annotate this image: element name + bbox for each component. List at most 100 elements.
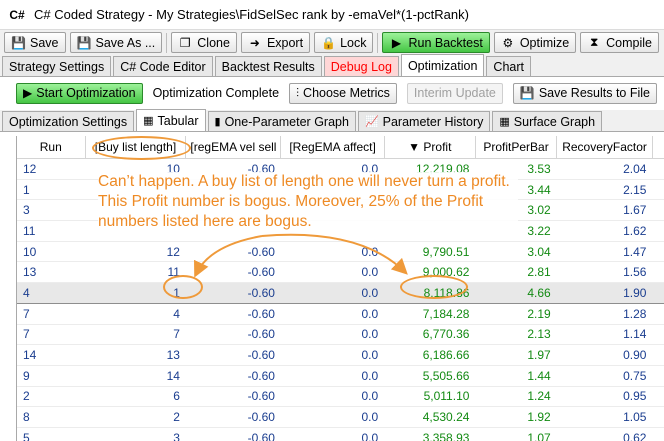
cell-regema-affect: 0.0 <box>280 303 385 325</box>
table-row[interactable]: 7 7 -0.60 0.0 6,770.36 2.13 1.14 <box>17 324 664 346</box>
run-backtest-label: Run Backtest <box>408 35 483 50</box>
table-row[interactable]: 4 1 -0.60 0.0 8,118.86 4.66 1.90 <box>17 282 664 304</box>
column-header-regema-vel-sell[interactable]: [regEMA vel sell <box>185 136 282 159</box>
clone-button[interactable]: ❐ Clone <box>171 32 237 53</box>
cell-profit: 6,186.66 <box>384 344 476 366</box>
cell-regema-vel-sell: -0.60 <box>185 365 281 387</box>
lock-button[interactable]: 🔒 Lock <box>314 32 374 53</box>
run-backtest-button[interactable]: ▶ Run Backtest <box>382 32 490 53</box>
title-bar: C# C# Coded Strategy - My Strategies\Fid… <box>0 0 664 30</box>
table-row[interactable]: 13 11 -0.60 0.0 9,000.62 2.81 1.56 <box>17 261 664 284</box>
choose-metrics-label: Choose Metrics <box>303 86 390 100</box>
cell-overflow <box>652 261 664 284</box>
window-title: C# Coded Strategy - My Strategies\FidSel… <box>34 7 469 22</box>
cell-recovery-factor: 0.95 <box>556 386 653 408</box>
optimize-label: Optimize <box>519 35 570 50</box>
cell-overflow <box>652 324 664 346</box>
cell-profit-per-bar: 1.92 <box>475 406 557 428</box>
cell-regema-vel-sell: -0.60 <box>185 241 281 263</box>
cell-profit-per-bar: 1.07 <box>475 427 557 441</box>
tab-debug-log[interactable]: Debug Log <box>323 56 399 76</box>
cell-regema-vel-sell: -0.60 <box>185 303 281 325</box>
column-header-recovery-factor[interactable]: RecoveryFactor <box>556 136 653 159</box>
lock-label: Lock <box>340 35 367 50</box>
clone-icon: ❐ <box>179 35 191 50</box>
cell-run: 4 <box>17 282 86 304</box>
cell-buy-list-length: 12 <box>85 241 186 263</box>
tab-backtest-results[interactable]: Backtest Results <box>214 56 322 76</box>
tab-optimization-settings[interactable]: Optimization Settings <box>2 111 135 131</box>
tab-parameter-history[interactable]: 📈 Parameter History <box>357 111 491 131</box>
choose-metrics-button[interactable]: ⫶ Choose Metrics <box>289 82 397 104</box>
cell-recovery-factor: 1.62 <box>556 220 653 242</box>
table-row[interactable]: 9 14 -0.60 0.0 5,505.66 1.44 0.75 <box>17 365 664 387</box>
cell-profit-per-bar: 1.97 <box>475 344 557 366</box>
start-optimization-label: Start Optimization <box>36 86 136 100</box>
cell-regema-vel-sell: -0.60 <box>185 261 281 284</box>
table-row[interactable]: 8 2 -0.60 0.0 4,530.24 1.92 1.05 <box>17 406 664 428</box>
tab-tabular[interactable]: ▦ Tabular <box>136 109 206 131</box>
tab-parameter-history-label: Parameter History <box>382 114 484 129</box>
cell-regema-affect: 0.0 <box>280 386 385 408</box>
cell-overflow <box>652 427 664 441</box>
play-icon: ▶ <box>23 86 33 100</box>
cell-overflow <box>652 179 664 201</box>
cell-profit-per-bar: 2.13 <box>475 324 557 346</box>
cell-profit-per-bar: 4.66 <box>475 282 557 304</box>
tab-surface-graph-label: Surface Graph <box>513 114 596 129</box>
cell-recovery-factor: 2.15 <box>556 179 653 201</box>
line-chart-icon: 📈 <box>364 116 379 128</box>
export-button[interactable]: ➜ Export <box>240 32 311 53</box>
cell-regema-vel-sell: -0.60 <box>185 386 281 408</box>
profit-header-label: Profit <box>423 140 452 154</box>
sort-descending-icon: ▼ <box>408 140 421 154</box>
interim-update-button[interactable]: Interim Update <box>406 82 503 104</box>
tab-tabular-label: Tabular <box>157 113 199 128</box>
compile-button[interactable]: ⧗ Compile <box>580 32 660 53</box>
annotation-oval-buy-list-value <box>163 275 203 299</box>
start-optimization-button[interactable]: ▶ Start Optimization <box>16 82 143 104</box>
tab-optimization[interactable]: Optimization <box>400 54 485 76</box>
cell-regema-affect: 0.0 <box>280 324 385 346</box>
cell-run: 7 <box>17 303 86 325</box>
tab-code-editor[interactable]: C# Code Editor <box>113 56 213 76</box>
save-label: Save <box>30 35 59 50</box>
cell-regema-affect: 0.0 <box>280 282 385 304</box>
cell-buy-list-length: 4 <box>85 303 186 325</box>
cell-overflow <box>652 406 664 428</box>
tab-strategy-settings[interactable]: Strategy Settings <box>2 56 112 76</box>
table-row[interactable]: 2 6 -0.60 0.0 5,011.10 1.24 0.95 <box>17 386 664 408</box>
annotation-oval-profit-value <box>400 275 468 299</box>
cell-regema-vel-sell: -0.60 <box>185 406 281 428</box>
save-as-button[interactable]: 💾 Save As ... <box>69 32 163 53</box>
compile-label: Compile <box>606 35 653 50</box>
cell-run: 13 <box>17 261 86 284</box>
gear-icon: ⚙ <box>502 35 514 50</box>
tab-surface-graph[interactable]: ▦ Surface Graph <box>492 111 603 131</box>
cell-recovery-factor: 0.62 <box>556 427 653 441</box>
cell-profit: 4,530.24 <box>384 406 476 428</box>
save-button[interactable]: 💾 Save <box>4 32 66 53</box>
toolbar-separator <box>377 32 379 53</box>
optimize-button[interactable]: ⚙ Optimize <box>493 32 577 53</box>
main-toolbar: 💾 Save 💾 Save As ... ❐ Clone ➜ Export 🔒 … <box>0 30 664 55</box>
column-header-profit[interactable]: ▼ Profit <box>384 136 476 159</box>
tab-one-parameter-graph[interactable]: ▮ One-Parameter Graph <box>207 111 356 131</box>
column-header-run[interactable]: Run <box>17 136 86 159</box>
table-row[interactable]: 7 4 -0.60 0.0 7,184.28 2.19 1.28 <box>17 303 664 325</box>
cell-profit-per-bar: 1.24 <box>475 386 557 408</box>
sliders-icon: ⫶ <box>296 85 300 100</box>
column-header-regema-affect[interactable]: [RegEMA affect] <box>280 136 385 159</box>
cell-overflow <box>652 365 664 387</box>
cell-regema-vel-sell: -0.60 <box>185 324 281 346</box>
cell-run: 1 <box>17 179 86 201</box>
table-row[interactable]: 5 3 -0.60 0.0 3,358.93 1.07 0.62 <box>17 427 664 441</box>
tab-chart[interactable]: Chart <box>486 56 531 76</box>
lock-icon: 🔒 <box>321 35 337 50</box>
table-row[interactable]: 10 12 -0.60 0.0 9,790.51 3.04 1.47 <box>17 241 664 263</box>
table-row[interactable]: 14 13 -0.60 0.0 6,186.66 1.97 0.90 <box>17 344 664 366</box>
save-results-button[interactable]: 💾 Save Results to File <box>512 82 657 104</box>
cell-regema-affect: 0.0 <box>280 365 385 387</box>
cell-overflow <box>652 199 664 222</box>
column-header-profit-per-bar[interactable]: ProfitPerBar <box>475 136 558 159</box>
